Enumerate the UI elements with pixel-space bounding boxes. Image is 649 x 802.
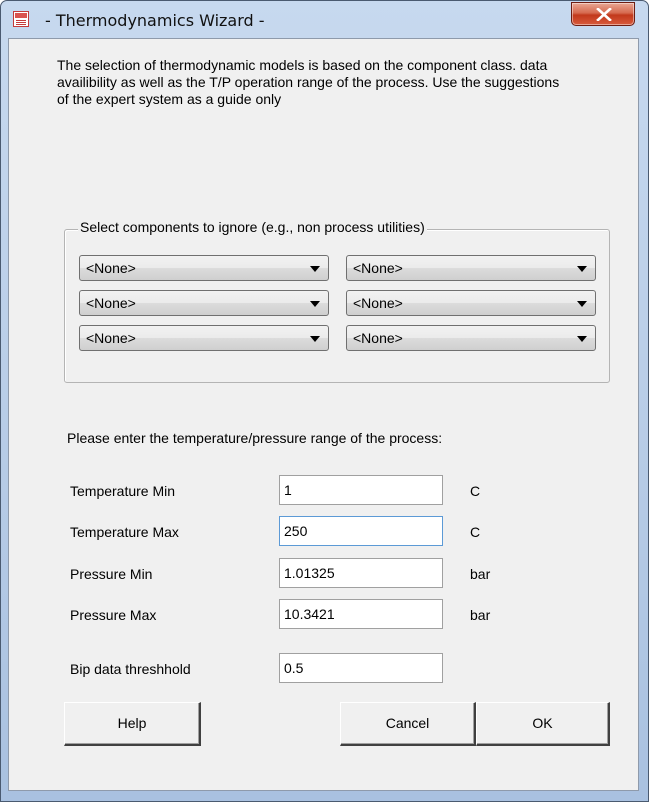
temperature-min-label: Temperature Min — [70, 483, 176, 499]
component-dropdown-6[interactable]: <None> — [346, 325, 596, 351]
dropdown-value: <None> — [353, 260, 403, 276]
dropdown-arrow-icon — [310, 301, 320, 307]
pressure-max-input[interactable] — [279, 599, 443, 629]
bip-threshold-label: Bip data threshhold — [70, 661, 191, 677]
dropdown-arrow-icon — [577, 266, 587, 272]
component-dropdown-3[interactable]: <None> — [79, 290, 329, 316]
ok-button[interactable]: OK — [476, 702, 610, 746]
temperature-max-input[interactable] — [279, 516, 443, 546]
dropdown-value: <None> — [86, 260, 136, 276]
bip-threshold-input[interactable] — [279, 653, 443, 683]
temperature-max-label: Temperature Max — [70, 524, 179, 540]
pressure-min-input[interactable] — [279, 558, 443, 588]
range-prompt: Please enter the temperature/pressure ra… — [67, 430, 443, 446]
pressure-max-label: Pressure Max — [70, 607, 157, 623]
component-dropdown-2[interactable]: <None> — [346, 255, 596, 281]
dropdown-value: <None> — [86, 330, 136, 346]
dropdown-value: <None> — [353, 295, 403, 311]
intro-text: The selection of thermodynamic models is… — [57, 57, 560, 107]
window-title: - Thermodynamics Wizard - — [45, 11, 265, 30]
temperature-min-unit: C — [470, 483, 481, 499]
help-button[interactable]: Help — [64, 702, 201, 746]
close-button[interactable] — [571, 2, 635, 26]
temperature-min-input[interactable] — [279, 475, 443, 505]
cancel-button[interactable]: Cancel — [340, 702, 476, 746]
close-icon — [596, 8, 612, 21]
dropdown-value: <None> — [353, 330, 403, 346]
title-bar[interactable]: - Thermodynamics Wizard - — [1, 1, 648, 39]
component-dropdown-5[interactable]: <None> — [79, 325, 329, 351]
component-dropdown-1[interactable]: <None> — [79, 255, 329, 281]
dropdown-arrow-icon — [577, 336, 587, 342]
dropdown-arrow-icon — [577, 301, 587, 307]
dropdown-arrow-icon — [310, 266, 320, 272]
component-dropdown-4[interactable]: <None> — [346, 290, 596, 316]
dropdown-value: <None> — [86, 295, 136, 311]
temperature-max-unit: C — [470, 524, 481, 540]
pressure-min-label: Pressure Min — [70, 566, 153, 582]
pressure-min-unit: bar — [470, 566, 491, 582]
components-group-legend: Select components to ignore (e.g., non p… — [78, 219, 427, 235]
document-app-icon[interactable] — [13, 11, 29, 27]
pressure-max-unit: bar — [470, 607, 491, 623]
dropdown-arrow-icon — [310, 336, 320, 342]
